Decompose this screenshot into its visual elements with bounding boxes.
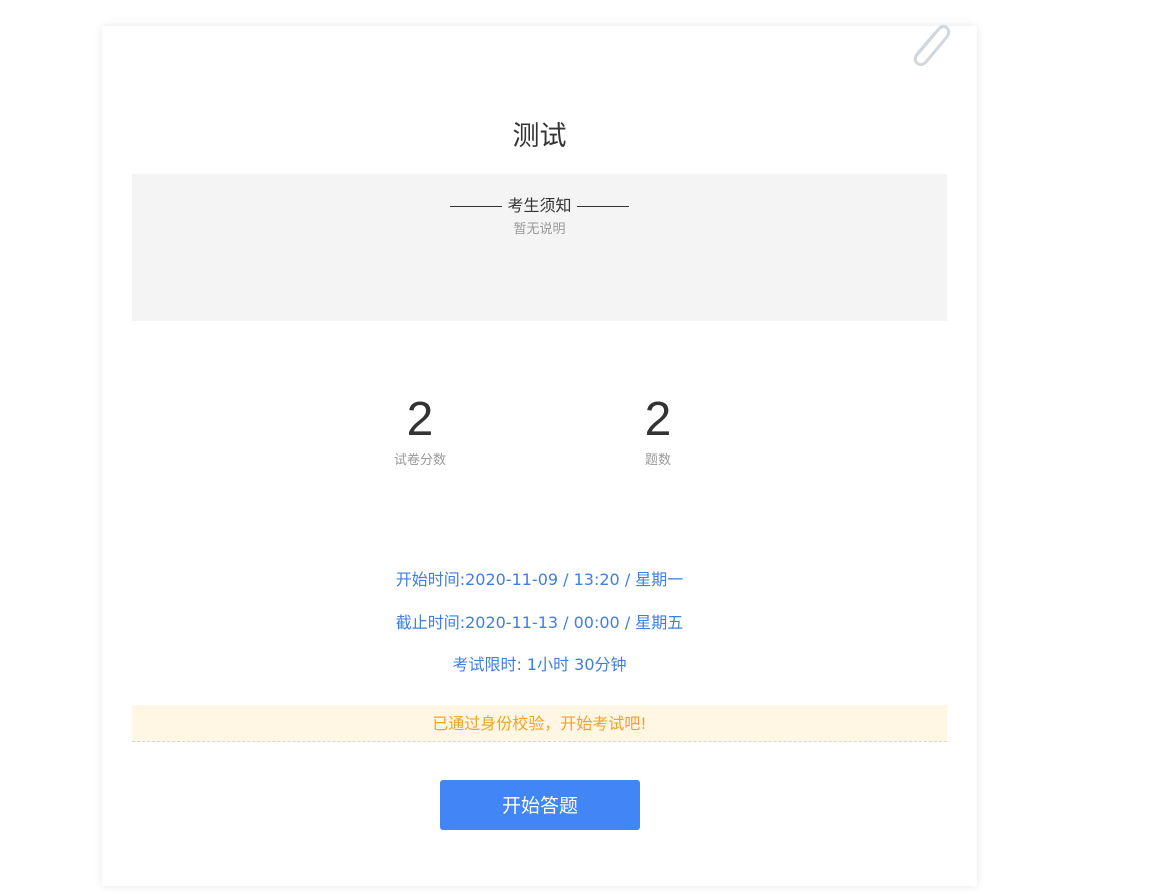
stat-value: 2 [644, 393, 672, 446]
verification-banner: 已通过身份校验，开始考试吧! [132, 705, 947, 742]
stat-value: 2 [406, 393, 434, 446]
notice-header: 考生须知 [132, 195, 947, 217]
notice-heading: 考生须知 [507, 196, 572, 215]
start-exam-button[interactable]: 开始答题 [440, 780, 640, 830]
notice-divider-right [576, 205, 629, 207]
paperclip-icon [913, 24, 951, 66]
notice-divider-left [450, 205, 503, 207]
stat-label: 题数 [644, 453, 671, 468]
stat-question-count: 2 题数 [598, 390, 718, 470]
exam-notice-panel: 考生须知 暂无说明 [132, 174, 947, 321]
stat-total-score: 2 试卷分数 [360, 390, 480, 470]
end-time: 截止时间:2020-11-13 / 00:00 / 星期五 [395, 613, 684, 632]
exam-card: 测试 考生须知 暂无说明 2 试卷分数 2 题数 开始时间:2020-11-09… [102, 24, 977, 886]
exam-title: 测试 [512, 121, 567, 152]
time-limit: 考试限时: 1小时 30分钟 [452, 655, 627, 674]
stat-label: 试卷分数 [393, 453, 446, 468]
start-time: 开始时间:2020-11-09 / 13:20 / 星期一 [395, 570, 684, 589]
notice-body: 暂无说明 [513, 222, 566, 237]
